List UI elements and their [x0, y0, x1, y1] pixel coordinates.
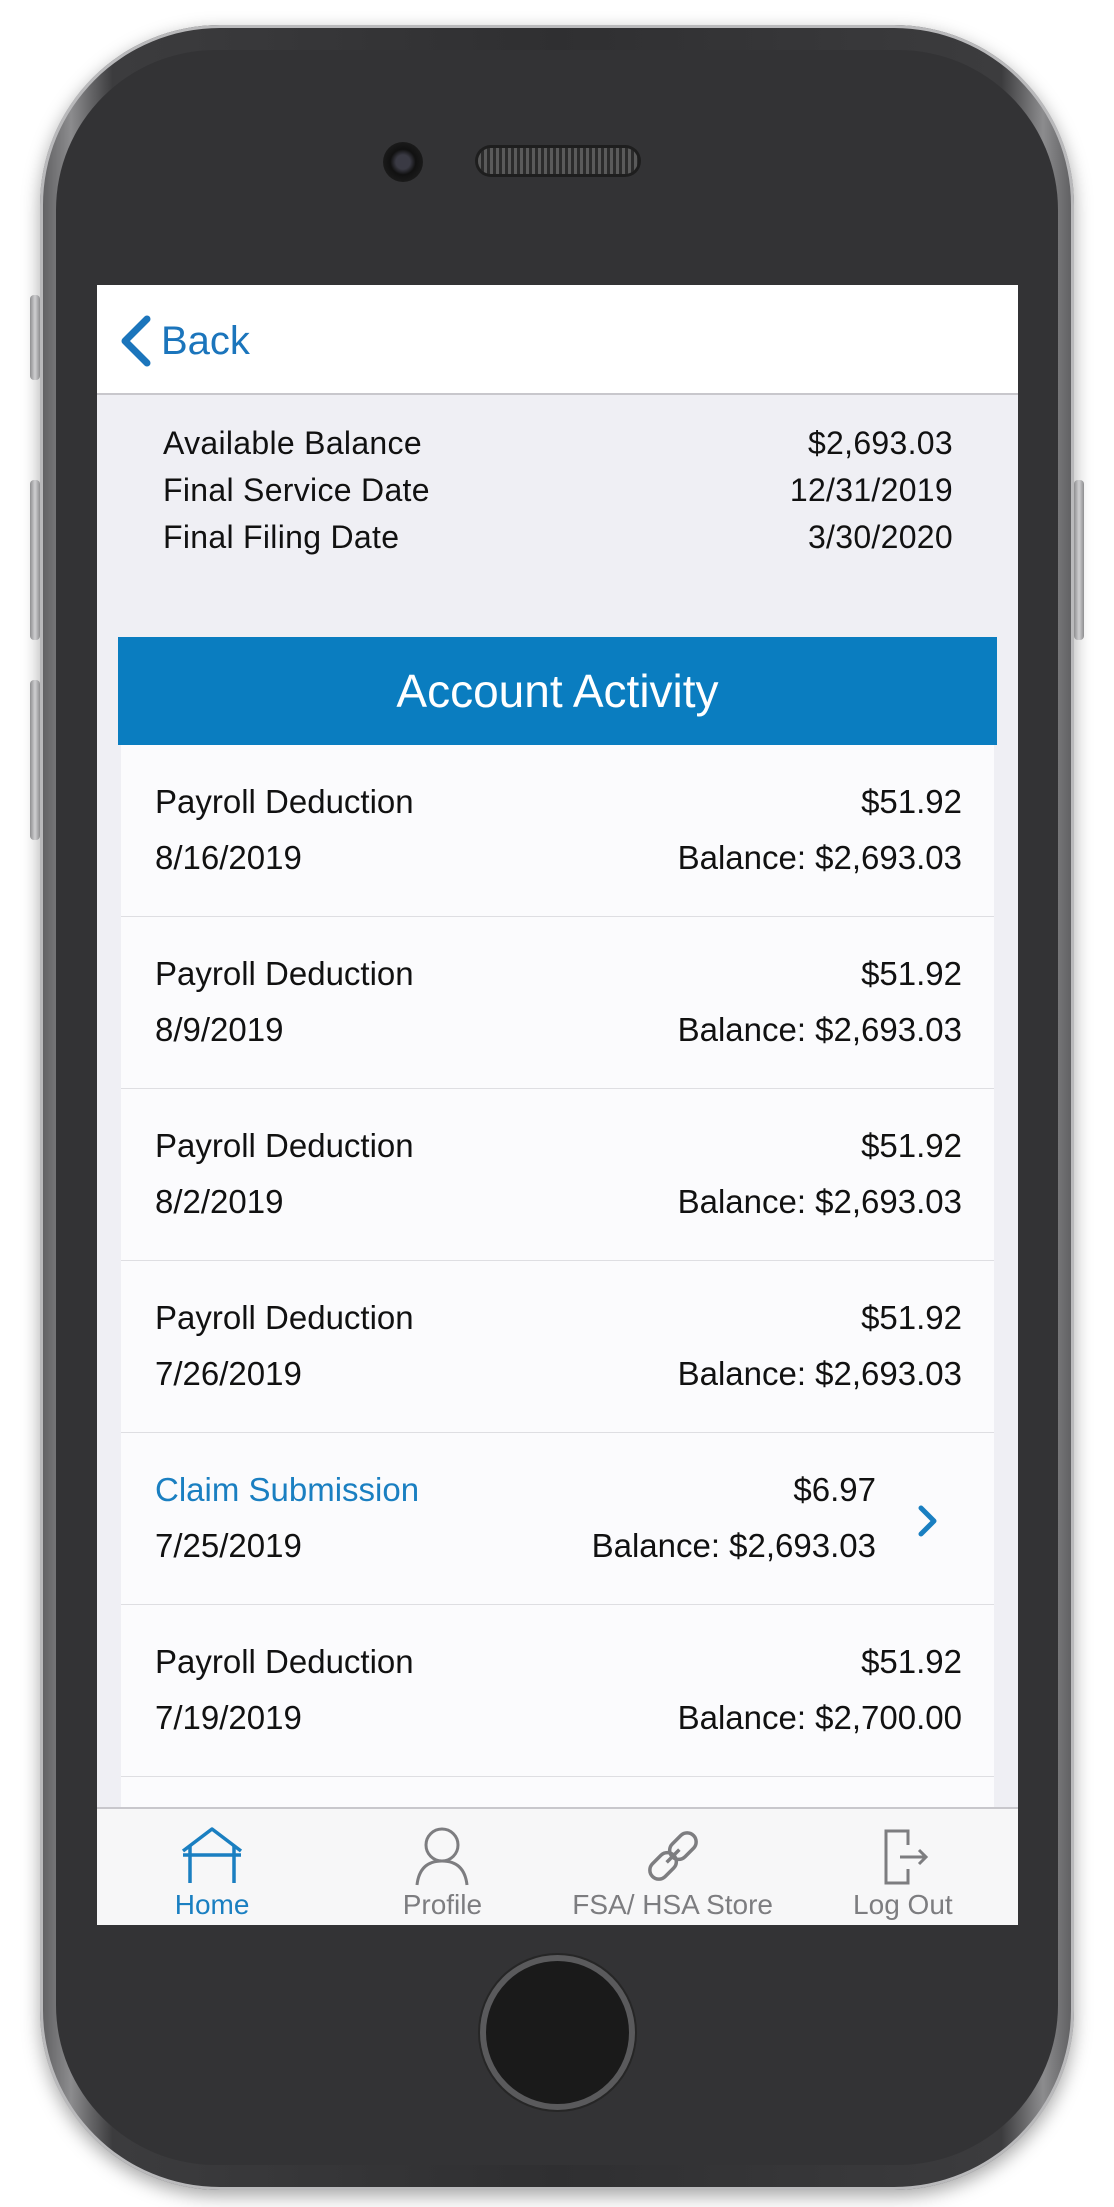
transaction-amount: $6.97: [793, 1471, 876, 1508]
activity-list: Payroll Deduction 8/16/2019 $51.92 Balan…: [121, 745, 994, 1925]
account-activity-header: Account Activity: [118, 637, 997, 745]
tab-label: Home: [174, 1889, 250, 1920]
tab-bar: Home Profile FSA/ HSA Store Log Out: [97, 1807, 1018, 1925]
transaction-date: 8/2/2019: [155, 1183, 284, 1220]
front-camera: [383, 142, 423, 182]
transaction-title-link[interactable]: Claim Submission: [155, 1471, 419, 1509]
summary-value: 3/30/2020: [807, 519, 953, 555]
transaction-title: Payroll Deduction: [155, 955, 414, 992]
transaction-amount: $51.92: [861, 955, 962, 992]
transaction-balance: Balance: $2,693.03: [677, 1011, 962, 1048]
transaction-balance: Balance: $2,693.03: [677, 1355, 962, 1392]
transaction-title: Payroll Deduction: [155, 1643, 414, 1680]
chevron-left-icon: [121, 315, 151, 367]
transaction-amount: $51.92: [861, 783, 962, 820]
mute-switch: [30, 295, 40, 380]
list-item[interactable]: Payroll Deduction 8/2/2019 $51.92 Balanc…: [121, 1089, 994, 1261]
power-button: [1074, 480, 1084, 640]
transaction-amount: $51.92: [861, 1643, 962, 1680]
home-icon: [182, 1827, 243, 1883]
transaction-date: 7/19/2019: [155, 1699, 302, 1736]
summary-label: Final Service Date: [163, 472, 430, 508]
summary-row-available-balance: Available Balance $2,693.03: [163, 425, 953, 472]
chevron-right-icon[interactable]: [916, 1503, 940, 1539]
volume-up-button: [30, 480, 40, 640]
tab-log-out[interactable]: Log Out: [788, 1809, 1018, 1925]
transaction-title: Payroll Deduction: [155, 1127, 414, 1164]
list-item[interactable]: Payroll Deduction 7/26/2019 $51.92 Balan…: [121, 1261, 994, 1433]
list-item[interactable]: Payroll Deduction 8/16/2019 $51.92 Balan…: [121, 745, 994, 917]
summary-value: $2,693.03: [807, 425, 953, 461]
profile-icon: [415, 1827, 469, 1886]
tab-profile[interactable]: Profile: [327, 1809, 557, 1925]
account-summary: Available Balance $2,693.03 Final Servic…: [163, 425, 953, 566]
navigation-bar: Back: [97, 285, 1018, 395]
claim-submission-item[interactable]: Claim Submission 7/25/2019 $6.97 Balance…: [121, 1433, 994, 1605]
earpiece-speaker: [478, 148, 638, 174]
transaction-balance: Balance: $2,693.03: [677, 1183, 962, 1220]
tab-fsa-hsa-store[interactable]: FSA/ HSA Store: [558, 1809, 788, 1925]
summary-row-final-service-date: Final Service Date 12/31/2019: [163, 472, 953, 519]
transaction-date: 8/16/2019: [155, 839, 302, 876]
tab-home[interactable]: Home: [97, 1809, 327, 1925]
transaction-amount: $51.92: [861, 1299, 962, 1336]
logout-icon: [884, 1829, 928, 1885]
transaction-date: 7/25/2019: [155, 1527, 302, 1564]
tab-label: Log Out: [853, 1889, 953, 1920]
transaction-balance: Balance: $2,700.00: [677, 1699, 962, 1736]
transaction-amount: $51.92: [861, 1127, 962, 1164]
summary-label: Available Balance: [163, 425, 422, 461]
transaction-date: 7/26/2019: [155, 1355, 302, 1392]
list-item[interactable]: Payroll Deduction 8/9/2019 $51.92 Balanc…: [121, 917, 994, 1089]
tab-label: FSA/ HSA Store: [572, 1889, 773, 1920]
transaction-balance: Balance: $2,693.03: [677, 839, 962, 876]
summary-row-final-filing-date: Final Filing Date 3/30/2020: [163, 519, 953, 566]
back-label: Back: [161, 318, 250, 363]
volume-down-button: [30, 680, 40, 840]
tab-label: Profile: [402, 1889, 483, 1920]
list-item[interactable]: Payroll Deduction 7/19/2019 $51.92 Balan…: [121, 1605, 994, 1777]
transaction-title: Payroll Deduction: [155, 1299, 414, 1336]
home-button[interactable]: [480, 1955, 635, 2110]
transaction-title: Payroll Deduction: [155, 783, 414, 820]
transaction-date: 8/9/2019: [155, 1011, 284, 1048]
link-icon: [647, 1831, 698, 1881]
transaction-balance: Balance: $2,693.03: [591, 1527, 876, 1564]
summary-label: Final Filing Date: [163, 519, 400, 555]
summary-value: 12/31/2019: [789, 472, 953, 508]
back-button[interactable]: Back: [117, 313, 250, 369]
app-screen: Back Available Balance $2,693.03 Final S…: [97, 285, 1018, 1925]
